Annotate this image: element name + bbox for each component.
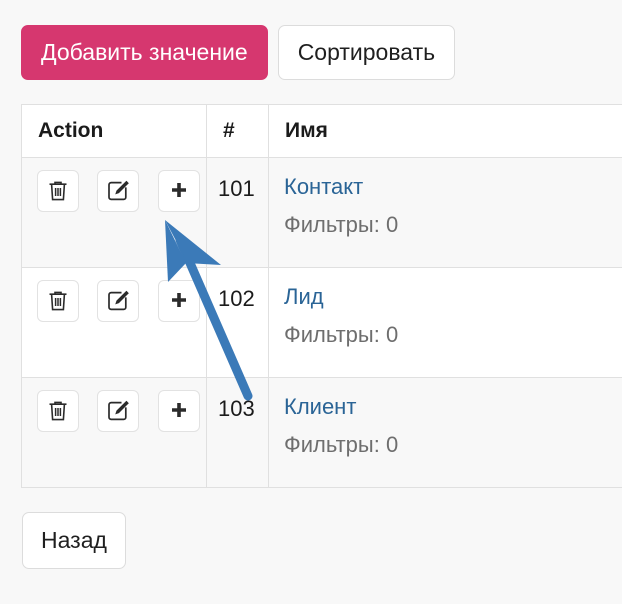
edit-button[interactable] <box>97 390 140 432</box>
add-button[interactable] <box>157 170 200 212</box>
trash-icon <box>48 180 68 202</box>
record-link[interactable]: Контакт <box>284 174 622 200</box>
row-actions-cell <box>21 377 207 488</box>
record-link[interactable]: Лид <box>284 284 622 310</box>
table-body: 101 Контакт Фильтры: 0 102 Лид Фильтры: … <box>21 157 622 488</box>
record-filters-count: Фильтры: 0 <box>284 432 399 457</box>
row-name-cell: Контакт Фильтры: 0 <box>268 157 622 268</box>
row-id: 101 <box>206 157 269 268</box>
edit-button[interactable] <box>97 170 140 212</box>
delete-button[interactable] <box>37 170 79 212</box>
table-header: Action # Имя <box>21 104 622 158</box>
edit-pencil-icon <box>107 180 130 202</box>
back-button[interactable]: Назад <box>22 512 126 569</box>
table-row: 103 Клиент Фильтры: 0 <box>21 377 622 488</box>
table-row: 102 Лид Фильтры: 0 <box>21 267 622 378</box>
row-name-cell: Лид Фильтры: 0 <box>268 267 622 378</box>
add-button[interactable] <box>157 390 200 432</box>
row-actions-cell <box>21 157 207 268</box>
row-actions-cell <box>21 267 207 378</box>
edit-pencil-icon <box>107 290 130 312</box>
edit-pencil-icon <box>107 400 130 422</box>
table-row: 101 Контакт Фильтры: 0 <box>21 157 622 268</box>
record-filters-count: Фильтры: 0 <box>284 322 399 347</box>
record-filters-count: Фильтры: 0 <box>284 212 399 237</box>
trash-icon <box>48 400 68 422</box>
trash-icon <box>48 290 68 312</box>
row-name-cell: Клиент Фильтры: 0 <box>268 377 622 488</box>
delete-button[interactable] <box>37 390 79 432</box>
record-link[interactable]: Клиент <box>284 394 622 420</box>
column-header-id: # <box>206 104 269 158</box>
column-header-name: Имя <box>268 104 622 158</box>
column-header-action: Action <box>21 104 207 158</box>
top-toolbar: Добавить значение Сортировать <box>21 25 456 80</box>
plus-icon <box>168 180 190 202</box>
plus-icon <box>168 400 190 422</box>
table-header-row: Action # Имя <box>21 104 622 158</box>
sort-button[interactable]: Сортировать <box>277 25 456 80</box>
delete-button[interactable] <box>37 280 79 322</box>
edit-button[interactable] <box>97 280 140 322</box>
plus-icon <box>168 290 190 312</box>
row-id: 103 <box>206 377 269 488</box>
records-table: Action # Имя 101 Контакт Фильтры: 0 102 … <box>21 104 622 488</box>
row-id: 102 <box>206 267 269 378</box>
add-value-button[interactable]: Добавить значение <box>21 25 268 80</box>
add-button[interactable] <box>157 280 200 322</box>
